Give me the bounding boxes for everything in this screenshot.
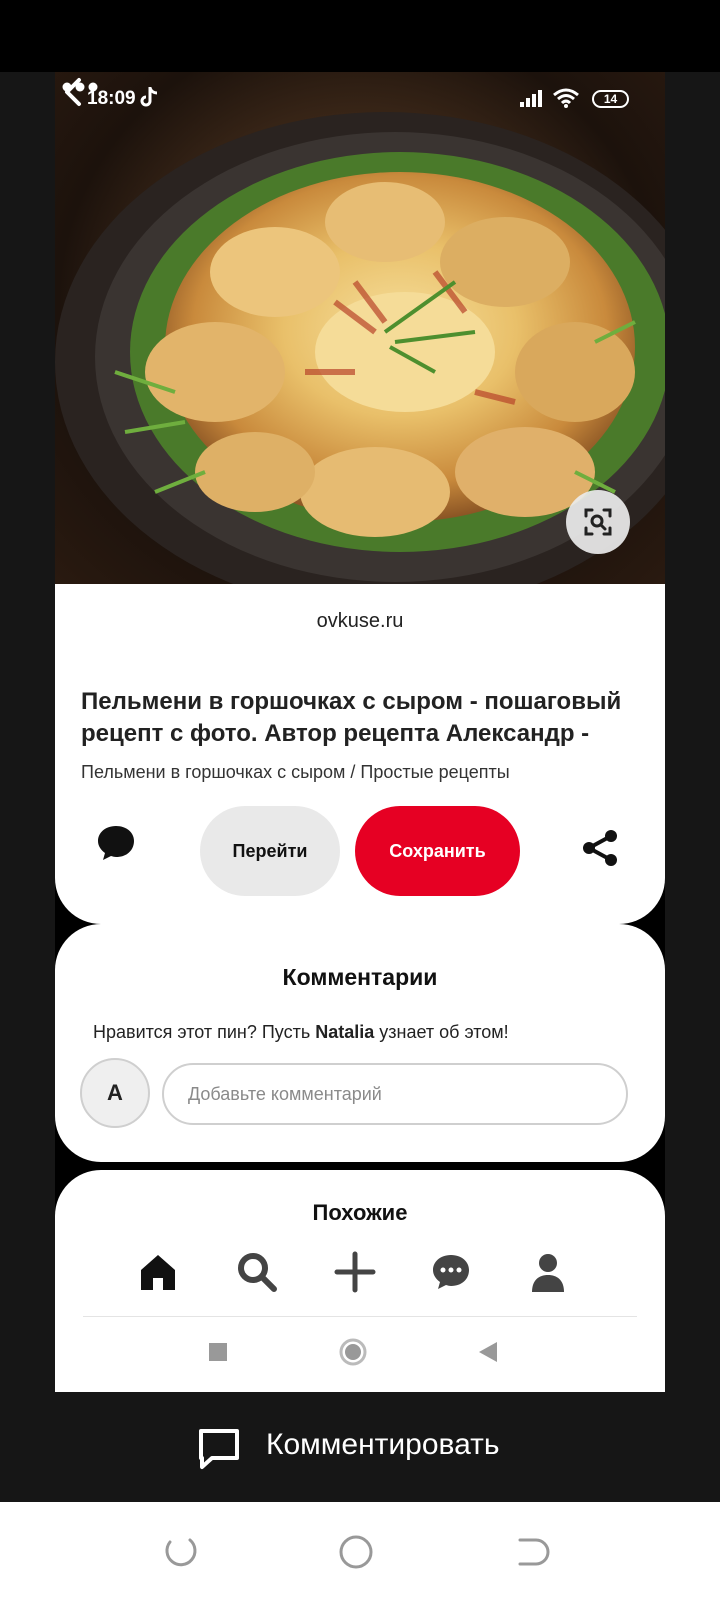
pin-screen: 18:09 14 ovkuse.ru Пельмени в горшочках … [55, 72, 665, 1392]
nav-divider [83, 1316, 637, 1317]
comments-heading: Комментарии [282, 964, 438, 990]
comments-card: Комментарии Нравится этот пин? Пусть Nat… [55, 924, 665, 1162]
status-bar: 18:09 14 [55, 86, 665, 114]
home-button-icon[interactable] [336, 1532, 376, 1572]
search-icon[interactable] [235, 1250, 279, 1294]
pin-description: Пельмени в горшочках с сыром / Простые р… [81, 762, 510, 782]
similar-card: Похожие [55, 1170, 665, 1392]
similar-heading: Похожие [312, 1200, 408, 1225]
comment-input[interactable]: Добавьте комментарий [162, 1063, 628, 1125]
save-button[interactable]: Сохранить [355, 806, 520, 896]
inner-system-nav [55, 1330, 665, 1380]
lens-icon [584, 508, 612, 536]
home-icon[interactable] [136, 1250, 180, 1294]
pin-source-domain[interactable]: ovkuse.ru [55, 610, 665, 633]
bottom-navigation [55, 1244, 665, 1314]
recent-apps-icon[interactable] [208, 1342, 228, 1362]
comment-outline-icon [199, 1429, 239, 1469]
hint-user-name: Natalia [315, 1022, 375, 1042]
signal-icon [520, 90, 542, 107]
wifi-icon [553, 88, 579, 108]
hint-text-start: Нравится этот пин? Пусть [93, 1022, 316, 1042]
more-options-icon[interactable] [55, 72, 105, 102]
system-navigation-bar [0, 1502, 720, 1600]
tiktok-icon [140, 87, 158, 107]
chat-icon[interactable] [429, 1250, 473, 1294]
hint-text-end: узнает об этом! [374, 1022, 509, 1042]
comment-bubble-icon[interactable] [95, 822, 137, 864]
comments-hint: Нравится этот пин? Пусть Natalia узнает … [93, 1022, 509, 1043]
visit-button[interactable]: Перейти [200, 806, 340, 896]
recents-icon[interactable] [160, 1532, 200, 1572]
comment-action-bar: Комментировать [0, 1392, 720, 1502]
battery-indicator: 14 [592, 90, 629, 108]
pin-details-card: ovkuse.ru Пельмени в горшочках с сыром -… [55, 584, 665, 924]
visual-search-button[interactable] [566, 490, 630, 554]
pin-image[interactable]: 18:09 14 [55, 72, 665, 587]
profile-icon[interactable] [526, 1250, 570, 1294]
user-avatar[interactable]: A [80, 1058, 150, 1128]
back-button-icon[interactable] [512, 1532, 552, 1572]
top-letterbox [0, 0, 720, 72]
pin-title: Пельмени в горшочках с сыром - пошаговый… [81, 688, 622, 747]
home-circle-icon[interactable] [339, 1338, 367, 1366]
back-triangle-icon[interactable] [477, 1340, 499, 1364]
share-icon[interactable] [581, 828, 619, 868]
comment-action-label: Комментировать [266, 1428, 500, 1461]
plus-icon[interactable] [333, 1250, 377, 1294]
